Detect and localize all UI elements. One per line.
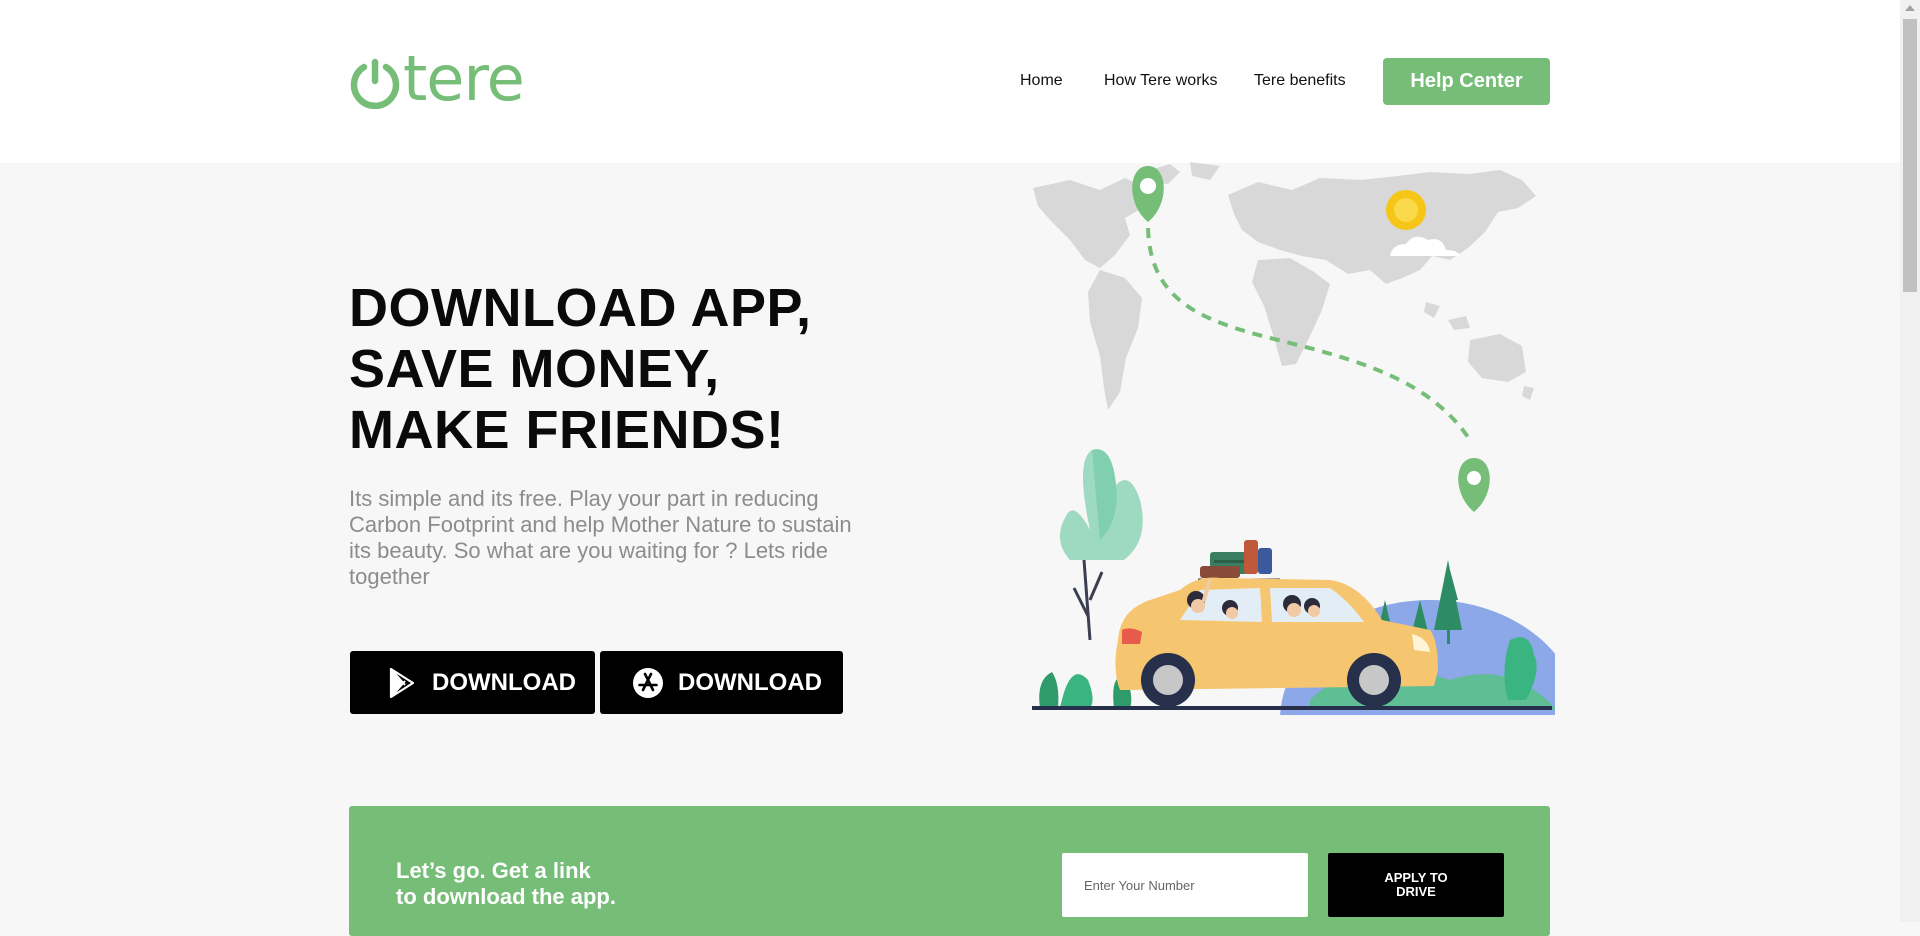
google-play-icon	[386, 667, 418, 699]
nav-how-tere-works[interactable]: How Tere works	[1104, 72, 1218, 90]
hero-title-line: DOWNLOAD APP,	[349, 278, 812, 338]
car-illustration	[1115, 577, 1438, 707]
hero-title-line: SAVE MONEY,	[349, 339, 720, 399]
get-link-line: Let’s go. Get a link	[396, 858, 591, 883]
location-pin-icon	[1458, 458, 1490, 512]
download-label: DOWNLOAD	[678, 668, 822, 696]
hero-description: Its simple and its free. Play your part …	[349, 486, 852, 589]
brand-logo[interactable]: tere	[349, 48, 525, 114]
scroll-up-arrow-icon[interactable]	[1905, 5, 1915, 11]
google-play-download-button[interactable]: DOWNLOAD	[350, 651, 595, 714]
location-pin-icon	[1132, 166, 1164, 222]
app-store-download-button[interactable]: DOWNLOAD	[600, 651, 843, 714]
site-header: tere Home How Tere works Tere benefits H…	[0, 0, 1900, 163]
power-icon	[350, 58, 400, 109]
nav-home[interactable]: Home	[1020, 72, 1063, 90]
hero-title-line: MAKE FRIENDS!	[349, 400, 785, 460]
sun-icon	[1386, 190, 1426, 230]
download-label: DOWNLOAD	[432, 668, 576, 696]
get-link-text: Let’s go. Get a link to download the app…	[396, 858, 616, 910]
help-center-button[interactable]: Help Center	[1383, 58, 1550, 105]
hero-title: DOWNLOAD APP, SAVE MONEY, MAKE FRIENDS!	[349, 278, 812, 461]
get-link-banner: Let’s go. Get a link to download the app…	[349, 806, 1550, 936]
apply-to-drive-label: APPLY TO DRIVE	[1384, 870, 1448, 899]
hero-illustration	[1032, 162, 1555, 715]
brand-name: tere	[403, 42, 525, 115]
nav-tere-benefits[interactable]: Tere benefits	[1254, 72, 1346, 90]
world-map	[1033, 162, 1536, 410]
app-store-icon	[632, 667, 664, 699]
get-link-line: to download the app.	[396, 884, 616, 909]
phone-number-input[interactable]	[1062, 853, 1308, 917]
apply-to-drive-button[interactable]: APPLY TO DRIVE	[1328, 853, 1504, 917]
scrollbar-thumb[interactable]	[1903, 19, 1917, 292]
